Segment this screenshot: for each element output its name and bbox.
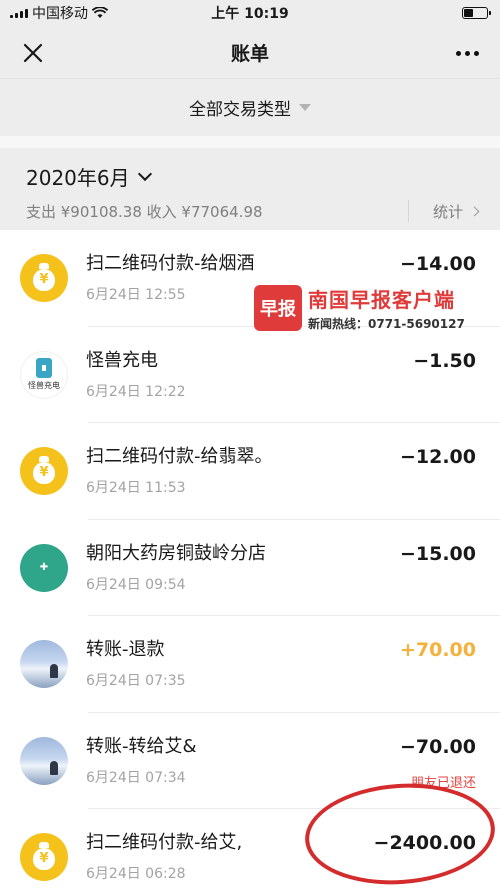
battery-icon bbox=[462, 7, 491, 19]
transaction-amount: −15.00 bbox=[399, 542, 476, 565]
avatar bbox=[20, 640, 68, 689]
transaction-amount: −70.00 bbox=[399, 735, 476, 758]
transaction-amount: −2400.00 bbox=[373, 832, 476, 854]
more-button[interactable] bbox=[450, 38, 484, 68]
transaction-row[interactable]: ✚ 朝阳大药房铜鼓岭分店 6月24日 09:54 −15.00 bbox=[0, 520, 500, 617]
charger-icon: 怪兽充电 bbox=[20, 350, 68, 399]
chevron-right-icon bbox=[469, 206, 480, 216]
transaction-time: 6月24日 06:28 bbox=[86, 866, 186, 883]
transaction-time: 6月24日 12:22 bbox=[86, 383, 186, 400]
transaction-time: 6月24日 11:53 bbox=[86, 480, 186, 497]
stats-label: 统计 bbox=[432, 202, 463, 221]
pharmacy-icon: ✚ bbox=[20, 543, 68, 592]
transaction-amount: −1.50 bbox=[413, 349, 476, 372]
chevron-down-icon bbox=[137, 166, 152, 181]
close-button[interactable] bbox=[18, 38, 48, 68]
stats-button[interactable]: 统计 bbox=[407, 200, 480, 222]
transaction-row[interactable]: 转账-退款 6月24日 07:35 +70.00 bbox=[0, 616, 500, 713]
watermark-title: 南国早报客户端 bbox=[308, 288, 455, 312]
month-selector[interactable]: 2020年6月 bbox=[26, 162, 474, 191]
filter-bar: 全部交易类型 bbox=[0, 78, 500, 136]
month-label: 2020年6月 bbox=[26, 166, 130, 190]
charger-icon-caption: 怪兽充电 bbox=[28, 381, 60, 391]
filter-label: 全部交易类型 bbox=[189, 100, 291, 120]
watermark-text: 南国早报客户端 新闻热线：0771-5690127 bbox=[308, 284, 465, 332]
transaction-row[interactable]: 怪兽充电 怪兽充电 6月24日 12:22 −1.50 bbox=[0, 327, 500, 424]
month-summary: 支出 ¥90108.38 收入 ¥77064.98 bbox=[26, 203, 263, 221]
money-bag-icon bbox=[20, 254, 68, 303]
transaction-time: 6月24日 07:35 bbox=[86, 673, 186, 690]
nav-bar: 账单 bbox=[0, 26, 500, 78]
more-dot bbox=[455, 50, 461, 56]
month-header: 2020年6月 支出 ¥90108.38 收入 ¥77064.98 统计 bbox=[0, 136, 500, 230]
transaction-time: 6月24日 09:54 bbox=[86, 576, 186, 593]
caret-down-icon bbox=[299, 104, 311, 111]
watermark-logo: 早报 bbox=[254, 285, 302, 331]
transaction-row[interactable]: 扫二维码付款-给翡翠。 6月24日 11:53 −12.00 bbox=[0, 423, 500, 520]
watermark: 早报 南国早报客户端 新闻热线：0771-5690127 bbox=[254, 284, 465, 332]
money-bag-icon bbox=[20, 447, 68, 496]
transaction-amount: −14.00 bbox=[399, 253, 476, 275]
close-icon bbox=[23, 43, 43, 63]
money-bag-icon bbox=[20, 833, 68, 882]
watermark-phone: 新闻热线：0771-5690127 bbox=[308, 317, 465, 331]
wifi-icon bbox=[92, 7, 108, 18]
transaction-row[interactable]: 转账-转给艾& 6月24日 07:34 −70.00 朋友已退还 bbox=[0, 713, 500, 810]
avatar bbox=[20, 736, 68, 785]
more-dot bbox=[464, 50, 470, 56]
signal-icon bbox=[10, 8, 28, 18]
transaction-row[interactable]: 扫二维码付款-给艾, 6月24日 06:28 −2400.00 bbox=[0, 809, 500, 888]
more-dot bbox=[473, 50, 479, 56]
transaction-type-filter[interactable]: 全部交易类型 bbox=[189, 95, 311, 120]
transaction-amount: +70.00 bbox=[399, 639, 476, 661]
refund-note: 朋友已退还 bbox=[410, 775, 476, 791]
page-title: 账单 bbox=[230, 42, 269, 65]
status-bar: 中国移动 上午 10:19 bbox=[0, 0, 500, 26]
status-left: 中国移动 bbox=[10, 3, 108, 23]
carrier: 中国移动 bbox=[32, 6, 88, 22]
transaction-amount: −12.00 bbox=[399, 446, 476, 468]
